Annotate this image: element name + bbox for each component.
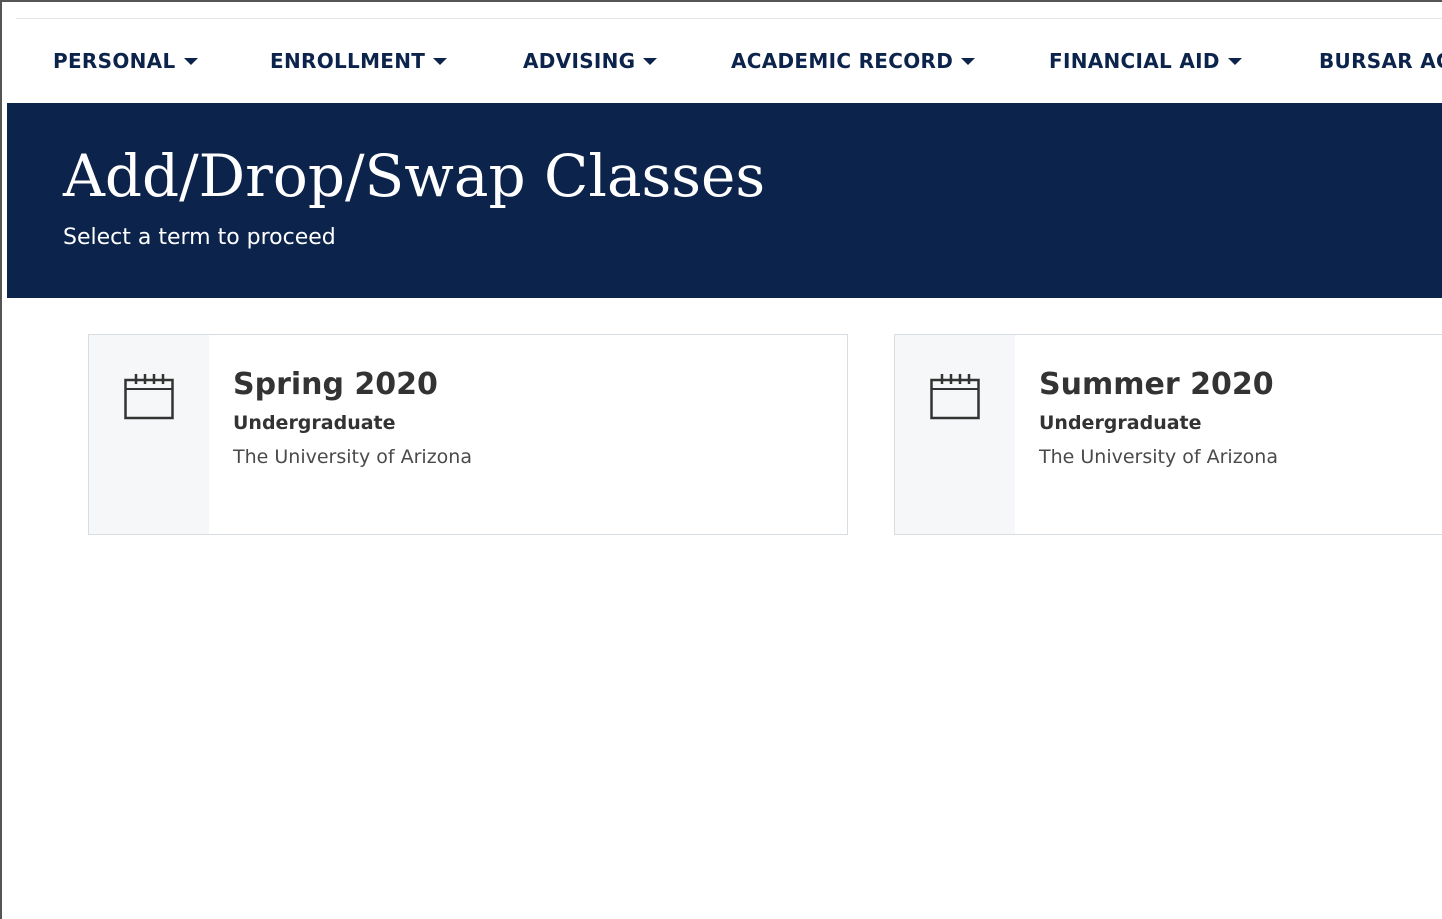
caret-down-icon [183,57,198,65]
page-subtitle: Select a term to proceed [63,225,336,250]
main-nav: PERSONAL ENROLLMENT ADVISING ACADEMIC RE… [2,19,1442,103]
term-card-spring-2020[interactable]: Spring 2020 Undergraduate The University… [88,334,848,535]
caret-down-icon [961,57,976,65]
term-name: Spring 2020 [233,367,438,402]
nav-item-label: ADVISING [523,49,636,73]
term-card-body: Summer 2020 Undergraduate The University… [1039,363,1442,471]
calendar-icon [124,374,174,420]
nav-item-enrollment[interactable]: ENROLLMENT [270,19,448,103]
term-career: Undergraduate [1039,412,1202,434]
nav-item-bursar-account[interactable]: BURSAR ACCOUNT [1319,19,1442,103]
caret-down-icon [433,57,448,65]
caret-down-icon [643,57,658,65]
page-header: Add/Drop/Swap Classes Select a term to p… [7,103,1442,298]
calendar-icon [930,374,980,420]
term-card-body: Spring 2020 Undergraduate The University… [233,363,837,471]
nav-item-personal[interactable]: PERSONAL [53,19,198,103]
term-card-summer-2020[interactable]: Summer 2020 Undergraduate The University… [894,334,1442,535]
browser-viewport: PERSONAL ENROLLMENT ADVISING ACADEMIC RE… [0,0,1442,919]
term-name: Summer 2020 [1039,367,1274,402]
nav-item-label: ENROLLMENT [270,49,426,73]
term-career: Undergraduate [233,412,396,434]
term-card-icon-panel [895,335,1015,534]
nav-item-advising[interactable]: ADVISING [523,19,658,103]
term-institution: The University of Arizona [233,446,472,468]
nav-item-financial-aid[interactable]: FINANCIAL AID [1049,19,1242,103]
nav-item-label: FINANCIAL AID [1049,49,1220,73]
caret-down-icon [1227,57,1242,65]
nav-item-label: PERSONAL [53,49,176,73]
nav-item-academic-record[interactable]: ACADEMIC RECORD [731,19,976,103]
term-institution: The University of Arizona [1039,446,1278,468]
nav-item-label: BURSAR ACCOUNT [1319,49,1442,73]
page-title: Add/Drop/Swap Classes [63,142,766,210]
term-card-icon-panel [89,335,209,534]
nav-item-label: ACADEMIC RECORD [731,49,954,73]
